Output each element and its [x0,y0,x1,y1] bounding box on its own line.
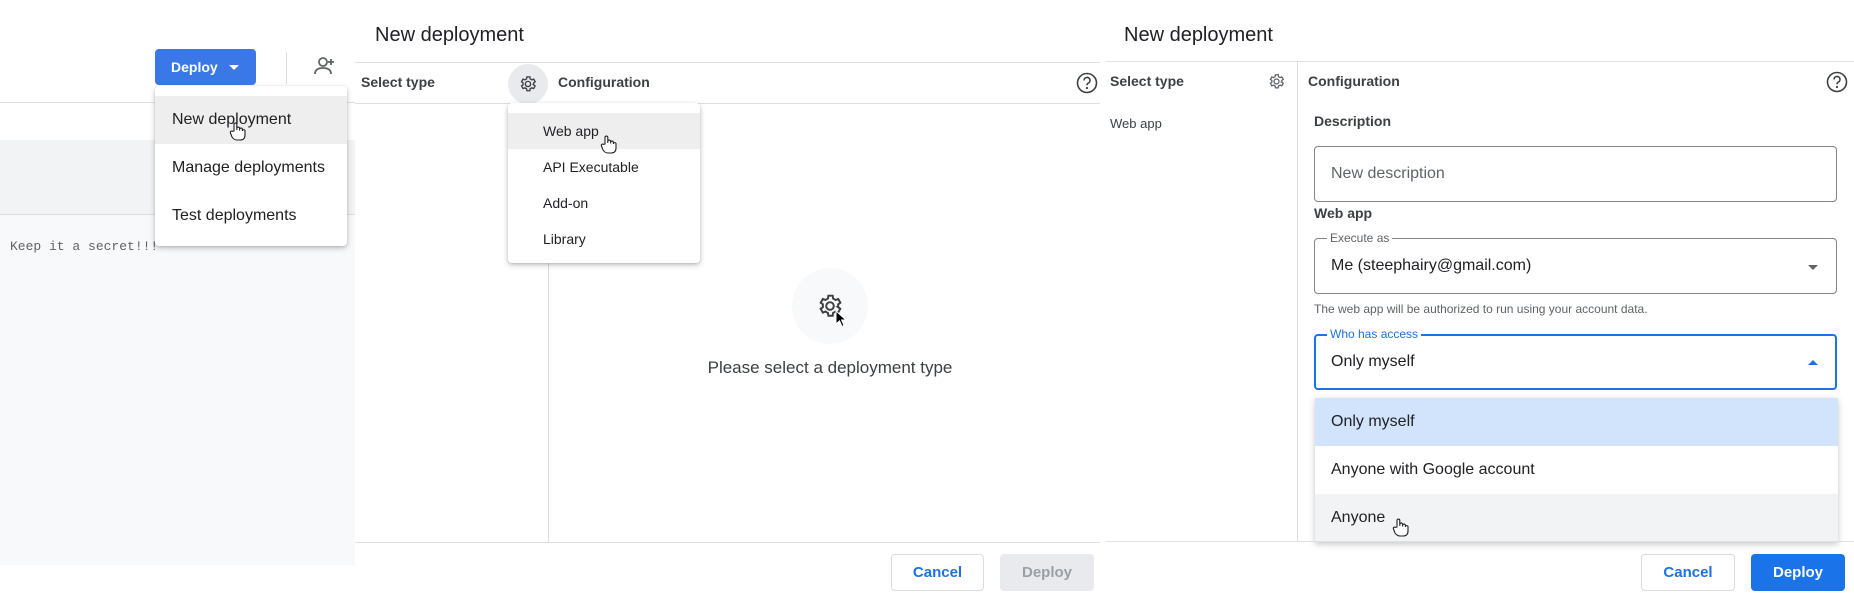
toolbar-separator [286,52,287,84]
hand-cursor-icon [600,135,617,155]
type-option-library[interactable]: Library [508,221,700,257]
menu-item-test-deployments[interactable]: Test deployments [155,192,347,240]
who-has-access-legend: Who has access [1327,327,1422,341]
select-type-label: Select type [1110,73,1184,89]
description-label: Description [1314,113,1392,129]
menu-item-new-deployment[interactable]: New deployment [155,96,347,144]
who-has-access-value: Only myself [1331,353,1415,370]
dialog-title: New deployment [1124,24,1273,46]
configuration-label: Configuration [1308,73,1400,89]
hand-cursor-icon [1392,518,1409,538]
who-has-access-select[interactable]: Only myself [1314,334,1837,390]
add-person-icon[interactable] [310,55,336,77]
new-deployment-dialog-empty [355,0,1100,599]
deploy-button-disabled[interactable]: Deploy [1000,554,1094,591]
dialog-header-divider [1106,61,1854,62]
execute-as-legend: Execute as [1327,231,1393,245]
help-icon[interactable] [1826,71,1848,93]
web-app-label: Web app [1314,205,1373,221]
cancel-button[interactable]: Cancel [1641,554,1735,591]
dialog-footer-divider [1106,541,1854,542]
execute-as-value: Me (steephairy@gmail.com) [1331,257,1532,274]
code-editor[interactable] [0,215,355,565]
menu-item-manage-deployments[interactable]: Manage deployments [155,144,347,192]
description-field[interactable]: New description [1314,146,1837,202]
dropdown-arrow-up-icon [1808,360,1818,365]
hand-cursor-icon [229,122,246,142]
deploy-menu: New deployment Manage deployments Test d… [155,86,347,246]
empty-state-message: Please select a deployment type [707,358,953,377]
select-type-gear-button[interactable] [508,64,548,104]
code-line[interactable]: Keep it a secret!!! [10,239,158,254]
arrow-cursor-icon [835,310,847,328]
dialog-header-divider [355,62,1100,63]
deploy-button-label: Deploy [171,59,218,75]
execute-as-select[interactable]: Me (steephairy@gmail.com) [1314,238,1837,294]
column-divider [1297,61,1298,541]
help-icon[interactable] [1076,72,1098,94]
description-placeholder: New description [1331,165,1445,182]
deploy-button[interactable]: Deploy [155,49,256,85]
configuration-label: Configuration [558,74,650,90]
selected-type-web-app[interactable]: Web app [1110,116,1162,131]
deploy-button-primary[interactable]: Deploy [1751,554,1845,591]
empty-state-gear [792,268,868,344]
columns-header-divider [355,103,1100,104]
chevron-down-icon [229,64,239,70]
gear-icon [520,76,537,92]
access-option-anyone-with-google-account[interactable]: Anyone with Google account [1315,446,1838,494]
deployment-type-menu: Web app API Executable Add-on Library [508,103,700,263]
dialog-footer-divider [355,542,1100,543]
dropdown-arrow-icon [1808,265,1818,270]
access-option-only-myself[interactable]: Only myself [1315,398,1838,446]
cancel-button[interactable]: Cancel [891,554,984,591]
execute-as-hint: The web app will be authorized to run us… [1314,302,1648,316]
type-option-add-on[interactable]: Add-on [508,185,700,221]
dialog-title: New deployment [375,24,524,46]
select-type-label: Select type [361,74,435,90]
gear-icon[interactable] [1268,73,1285,90]
